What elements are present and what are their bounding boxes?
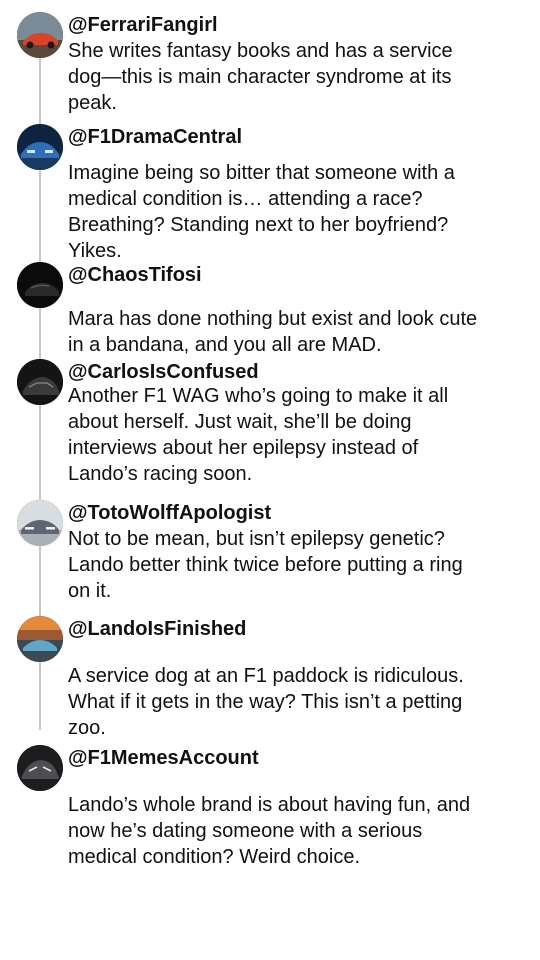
username[interactable]: @ChaosTifosi: [68, 262, 202, 288]
comment-text: Lando’s whole brand is about having fun,…: [68, 794, 471, 868]
dark-car-avatar-icon[interactable]: [17, 359, 63, 405]
silver-car-avatar-icon[interactable]: [17, 500, 63, 546]
comment-text: Imagine being so bitter that someone wit…: [68, 162, 455, 262]
username[interactable]: @CarlosIsConfused: [68, 359, 259, 385]
red-car-avatar-icon[interactable]: [17, 12, 63, 58]
blue-car-avatar-icon[interactable]: [17, 124, 63, 170]
comment-text: Not to be mean, but isn’t epilepsy genet…: [68, 528, 463, 602]
username[interactable]: @FerrariFangirl: [68, 12, 218, 38]
gray-car-avatar-icon[interactable]: [17, 745, 63, 791]
comment-text: Mara has done nothing but exist and look…: [68, 308, 478, 356]
comment-text: Another F1 WAG who’s going to make it al…: [68, 385, 449, 485]
username[interactable]: @TotoWolffApologist: [68, 500, 271, 526]
comment-text: A service dog at an F1 paddock is ridicu…: [68, 665, 464, 739]
sunset-car-avatar-icon[interactable]: [17, 616, 63, 662]
username[interactable]: @F1DramaCentral: [68, 124, 242, 150]
username[interactable]: @F1MemesAccount: [68, 745, 259, 771]
comment-text: She writes fantasy books and has a servi…: [68, 40, 453, 114]
black-car-avatar-icon[interactable]: [17, 262, 63, 308]
username[interactable]: @LandoIsFinished: [68, 616, 246, 642]
